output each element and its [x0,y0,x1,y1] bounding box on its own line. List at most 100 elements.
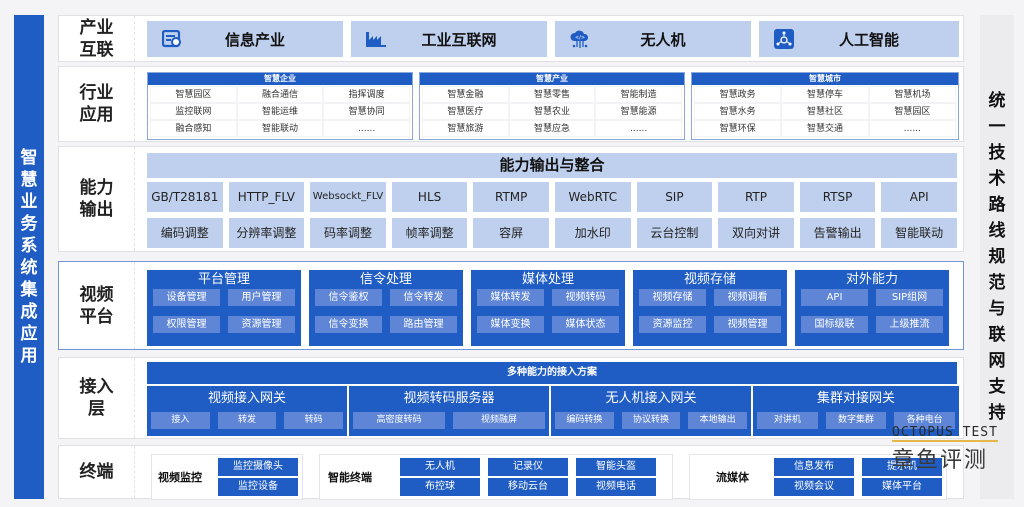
function-cell: 双向对讲 [718,218,794,248]
application-item: 智慧农业 [508,103,596,120]
industry-drone: </> 无人机 [555,21,751,57]
platform-group: 视频存储视频存储 视频调看 资源监控 视频管理 [633,270,787,346]
platform-item: 视频转码 [552,289,619,306]
platform-items: 视频存储 视频调看 资源监控 视频管理 [633,289,787,333]
left-banner-char: 用 [20,346,38,366]
application-item: 融合通信 [236,86,324,103]
application-item: 智慧能源 [595,103,682,120]
access-group-title: 集群对接网关 [816,391,895,406]
right-banner-char: 路 [988,195,1006,215]
industry-info: 信息产业 [147,21,343,57]
platform-item: 视频调看 [714,289,781,306]
right-banner-char: 持 [988,403,1006,423]
application-item: 智慧旅游 [422,120,509,137]
protocol-cell: API [881,182,957,212]
access-item: 接入 [151,412,210,429]
application-item: 智慧水务 [694,103,782,120]
row-terminal: 终端 视频监控 监控摄像头 监控设备 智能终端 无人机 记录仪 智能头盔 布控球 移动云台 视频电… [58,445,964,500]
access-item: 数字集群 [825,412,887,429]
right-banner-char: 技 [988,143,1006,163]
platform-item: 资源管理 [228,316,295,333]
platform-items: 媒体转发 视频转码 媒体变换 媒体状态 [471,289,625,333]
access-item: 视频融屏 [453,412,545,429]
platform-items: 信令鉴权 信令转发 信令变换 路由管理 [309,289,463,333]
platform-item: 信令鉴权 [315,289,382,306]
access-group: 集群对接网关 对讲机 数字集群 各种电台 [753,386,959,436]
platform-items: API SIP组网 国标级联 上级推流 [795,289,949,333]
terminal-items: 监控摄像头 监控设备 [218,458,298,496]
application-group-title: 智慧城市 [692,73,958,85]
function-cell: 编码调整 [147,218,223,248]
right-banner-char: 支 [988,377,1006,397]
application-item: 智能制造 [595,86,682,103]
left-banner-char: 成 [20,302,38,322]
application-item: 指挥调度 [323,86,410,103]
right-banner-char: 统 [988,91,1006,111]
row-label-capability: 能力 输出 [59,147,135,251]
terminal-item: 无人机 [400,458,480,476]
right-banner-char: 网 [988,351,1006,371]
application-group: 智慧企业 智慧园区 融合通信 指挥调度 监控联网 智能运维 智慧协同 融合感知 智能联动....… [147,72,413,140]
terminal-group-title: 视频监控 [158,471,202,484]
right-banner-char: 术 [988,169,1006,189]
platform-group-title: 媒体处理 [521,272,574,287]
left-banner-char: 智 [20,148,38,168]
application-group: 智慧城市 智慧政务 智慧停车 智慧机场 智慧水务 智慧社区 智慧园区 智慧环保 智慧交通....… [691,72,959,140]
application-item: ...... [595,120,682,137]
row-label-access: 接入层 [59,358,135,438]
row-access: 接入层 多种能力的接入方案 视频接入网关 接入 转发 转码 视频转码服务器 高密度转码 视频… [58,357,964,439]
right-banner-char: 范 [988,273,1006,293]
application-group: 智慧产业 智慧金融 智慧零售 智能制造 智慧医疗 智慧农业 智慧能源 智慧旅游 智慧应急....… [419,72,685,140]
application-item: 智慧医疗 [422,103,509,120]
application-item: 智能运维 [236,103,324,120]
application-item: 监控联网 [150,103,237,120]
application-item: 智慧金融 [422,86,509,103]
application-group-title: 智慧产业 [420,73,684,85]
application-item: 智慧停车 [781,86,869,103]
platform-group-title: 平台管理 [197,272,250,287]
function-cell: 码率调整 [310,218,386,248]
terminal-group: 智能终端 无人机 记录仪 智能头盔 布控球 移动云台 视频电话 [319,454,673,500]
platform-item: 资源监控 [639,316,706,333]
application-item: 智慧园区 [868,103,956,120]
left-banner-char: 统 [20,258,38,278]
terminal-items: 信息发布 提示机 视频会议 媒体平台 [774,458,942,496]
left-banner-char: 集 [20,280,38,300]
platform-item: SIP组网 [876,289,943,306]
terminal-group-title: 智能终端 [328,471,372,484]
platform-group-title: 信令处理 [359,272,412,287]
function-cell: 帧率调整 [391,218,468,248]
right-banner-char: 与 [988,299,1006,319]
access-group-title: 视频接入网关 [207,391,286,406]
protocol-row: GB/T28181 HTTP_FLV Websockt_FLV HLS RTMP WebR… [147,182,957,212]
left-banner-char: 务 [20,214,38,234]
platform-item: 媒体变换 [477,316,544,333]
protocol-cell: RTMP [473,182,549,212]
access-item: 协议转换 [621,412,681,429]
application-item: 智慧园区 [150,86,237,103]
platform-item: 视频管理 [714,316,781,333]
application-grid: 智慧园区 融合通信 指挥调度 监控联网 智能运维 智慧协同 融合感知 智能联动...... [148,85,412,138]
platform-group-title: 视频存储 [683,272,736,287]
protocol-cell: RTSP [799,182,876,212]
function-cell: 智能联动 [881,218,957,248]
industry-iiot: 工业互联网 [351,21,547,57]
terminal-item: 媒体平台 [862,478,942,496]
row-industry: 产业 互联 信息产业 工业互联网 </> 无人机 人工智能 [58,15,964,62]
application-group-title: 智慧企业 [148,73,412,85]
function-cell: 容屏 [473,218,549,248]
access-item: 转码 [284,412,344,429]
row-capability: 能力 输出 能力输出与整合 GB/T28181 HTTP_FLV Websockt_F… [58,146,964,252]
application-item: 智能联动 [236,120,324,137]
row-application: 行业 应用 智慧企业 智慧园区 融合通信 指挥调度 监控联网 智能运维 智慧协同 融合感知 智能联… [58,66,964,142]
platform-item: 权限管理 [153,316,220,333]
access-group: 视频接入网关 接入 转发 转码 [147,386,347,436]
platform-item: 设备管理 [153,289,220,306]
access-group: 视频转码服务器 高密度转码 视频融屏 [349,386,549,436]
platform-item: 信令变换 [315,316,382,333]
application-item: 智慧协同 [323,103,410,120]
right-banner-char: 联 [988,325,1006,345]
terminal-item: 信息发布 [774,458,854,476]
left-banner-char: 业 [20,192,38,212]
application-item: 智慧机场 [868,86,956,103]
